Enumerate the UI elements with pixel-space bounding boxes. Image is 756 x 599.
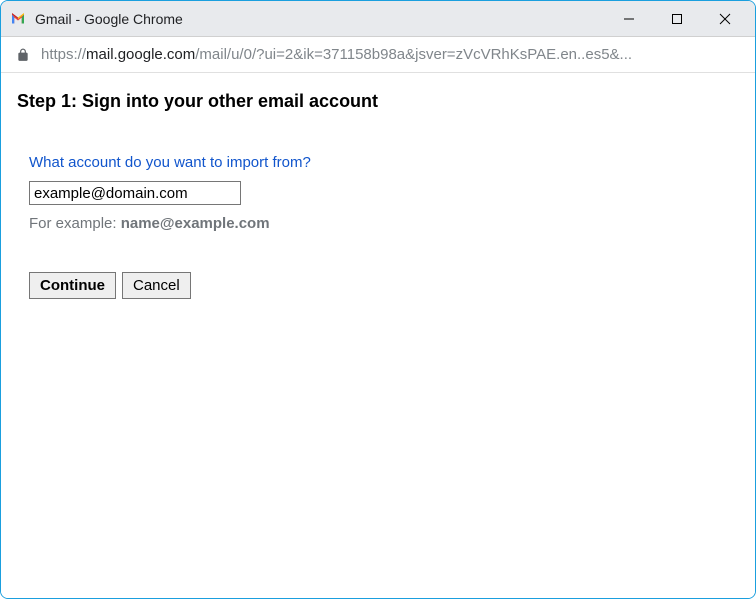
- gmail-favicon-icon: [9, 10, 27, 28]
- cancel-button[interactable]: Cancel: [122, 272, 191, 299]
- url-text: https://mail.google.com/mail/u/0/?ui=2&i…: [41, 46, 632, 63]
- question-label: What account do you want to import from?: [29, 154, 739, 171]
- window-controls: [615, 5, 747, 33]
- email-input[interactable]: [29, 181, 241, 205]
- url-protocol: https://: [41, 46, 86, 63]
- url-path: /mail/u/0/?ui=2&ik=371158b98a&jsver=zVcV…: [195, 46, 632, 63]
- example-text: For example: name@example.com: [29, 215, 739, 232]
- button-row: Continue Cancel: [29, 272, 739, 299]
- continue-button[interactable]: Continue: [29, 272, 116, 299]
- url-domain: mail.google.com: [86, 46, 195, 63]
- address-bar[interactable]: https://mail.google.com/mail/u/0/?ui=2&i…: [1, 37, 755, 73]
- example-email: name@example.com: [121, 215, 270, 232]
- browser-window: Gmail - Google Chrome https://mail.googl…: [0, 0, 756, 599]
- step-heading: Step 1: Sign into your other email accou…: [17, 91, 739, 112]
- minimize-button[interactable]: [615, 5, 643, 33]
- window-title: Gmail - Google Chrome: [35, 11, 615, 27]
- lock-icon: [15, 47, 31, 63]
- maximize-button[interactable]: [663, 5, 691, 33]
- page-content: Step 1: Sign into your other email accou…: [1, 73, 755, 598]
- close-button[interactable]: [711, 5, 739, 33]
- window-titlebar: Gmail - Google Chrome: [1, 1, 755, 37]
- example-prefix: For example:: [29, 215, 121, 232]
- form-section: What account do you want to import from?…: [17, 154, 739, 299]
